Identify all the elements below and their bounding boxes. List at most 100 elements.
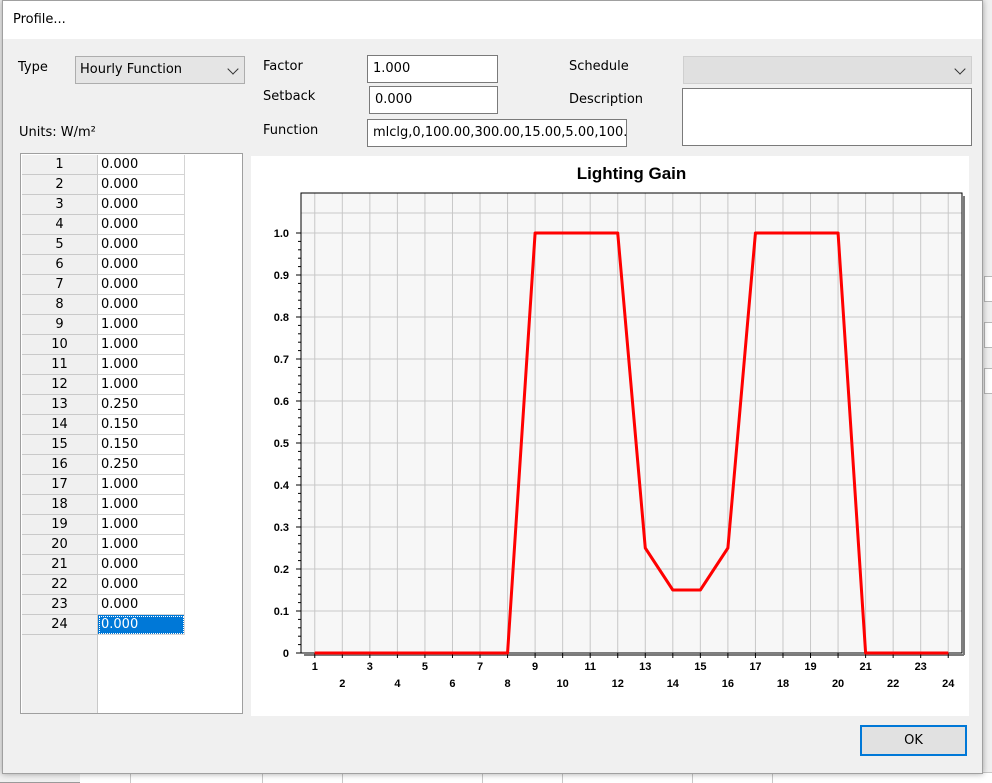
row-value-cell[interactable]: 1.000 xyxy=(98,495,185,515)
y-tick-label: 0.6 xyxy=(274,396,289,408)
x-tick-label: 19 xyxy=(804,661,816,673)
data-point xyxy=(369,652,371,654)
type-label: Type xyxy=(18,60,48,75)
row-value-cell[interactable]: 0.000 xyxy=(98,555,185,575)
data-point xyxy=(672,589,674,591)
row-value-cell[interactable]: 0.000 xyxy=(98,235,185,255)
row-hour-header[interactable]: 18 xyxy=(22,495,97,515)
ok-button[interactable]: OK xyxy=(860,725,967,756)
x-tick-label: 11 xyxy=(584,661,596,673)
row-value-cell[interactable]: 1.000 xyxy=(98,515,185,535)
row-hour-header[interactable]: 20 xyxy=(22,535,97,555)
schedule-dropdown[interactable] xyxy=(683,56,972,84)
row-hour-header[interactable]: 9 xyxy=(22,315,97,335)
data-point xyxy=(920,652,922,654)
x-tick-label: 4 xyxy=(394,678,401,690)
function-input[interactable]: mlclg,0,100.00,300.00,15.00,5.00,100.00 xyxy=(367,119,627,147)
row-hour-header[interactable]: 14 xyxy=(22,415,97,435)
row-hour-header[interactable]: 24 xyxy=(22,615,97,635)
row-value-cell[interactable]: 0.250 xyxy=(98,455,185,475)
row-hour-header[interactable]: 1 xyxy=(22,155,97,175)
x-tick-label: 24 xyxy=(942,678,955,690)
row-value-cell[interactable]: 1.000 xyxy=(98,475,185,495)
row-value-cell[interactable]: 0.000 xyxy=(98,255,185,275)
data-point xyxy=(947,652,949,654)
x-tick-label: 2 xyxy=(339,678,345,690)
row-hour-header[interactable]: 21 xyxy=(22,555,97,575)
row-value-cell[interactable]: 0.250 xyxy=(98,395,185,415)
row-value-cell[interactable]: 0.000 xyxy=(98,275,185,295)
dialog-title: Profile... xyxy=(13,12,66,27)
row-hour-header[interactable]: 7 xyxy=(22,275,97,295)
x-tick-label: 12 xyxy=(612,678,624,690)
row-hour-header[interactable]: 10 xyxy=(22,335,97,355)
row-value-cell[interactable]: 1.000 xyxy=(98,375,185,395)
setback-label: Setback xyxy=(263,89,316,104)
row-value-cell[interactable]: 0.150 xyxy=(98,415,185,435)
x-tick-label: 15 xyxy=(694,661,706,673)
y-tick-label: 0.1 xyxy=(274,606,289,618)
row-value-cell[interactable]: 0.000 xyxy=(98,615,185,635)
y-tick-label: 0 xyxy=(283,648,289,660)
x-tick-label: 10 xyxy=(557,678,569,690)
row-hour-header[interactable]: 23 xyxy=(22,595,97,615)
row-value-cell[interactable]: 1.000 xyxy=(98,315,185,335)
row-hour-header[interactable]: 22 xyxy=(22,575,97,595)
plot-area xyxy=(301,193,962,653)
chart-title: Lighting Gain xyxy=(577,164,687,183)
background-field-edge xyxy=(984,368,992,394)
row-value-cell[interactable]: 0.000 xyxy=(98,295,185,315)
x-tick-label: 17 xyxy=(749,661,761,673)
title-bar: Profile... xyxy=(3,1,982,39)
description-input[interactable] xyxy=(682,88,972,146)
row-value-cell[interactable]: 0.000 xyxy=(98,575,185,595)
row-value-cell[interactable]: 1.000 xyxy=(98,335,185,355)
x-tick-label: 23 xyxy=(915,661,927,673)
data-point xyxy=(837,232,839,234)
y-tick-label: 1.0 xyxy=(274,228,289,240)
row-hour-header[interactable]: 2 xyxy=(22,175,97,195)
y-tick-label: 0.8 xyxy=(274,312,289,324)
row-hour-header[interactable]: 17 xyxy=(22,475,97,495)
row-hour-header[interactable]: 5 xyxy=(22,235,97,255)
row-hour-header[interactable]: 4 xyxy=(22,215,97,235)
row-hour-header[interactable]: 12 xyxy=(22,375,97,395)
row-hour-header[interactable]: 15 xyxy=(22,435,97,455)
background-field-edge xyxy=(984,276,992,302)
x-tick-label: 20 xyxy=(832,678,844,690)
data-point xyxy=(782,232,784,234)
schedule-label: Schedule xyxy=(569,59,629,74)
row-value-cell[interactable]: 0.000 xyxy=(98,175,185,195)
row-value-cell[interactable]: 0.000 xyxy=(98,195,185,215)
x-tick-label: 14 xyxy=(667,678,680,690)
row-hour-header[interactable]: 13 xyxy=(22,395,97,415)
x-tick-label: 1 xyxy=(312,661,318,673)
row-value-cell[interactable]: 0.150 xyxy=(98,435,185,455)
row-value-cell[interactable]: 1.000 xyxy=(98,535,185,555)
data-point xyxy=(644,547,646,549)
row-value-cell[interactable]: 0.000 xyxy=(98,595,185,615)
data-point xyxy=(589,232,591,234)
data-point xyxy=(617,232,619,234)
hourly-values-table: 1 0.000 2 0.000 3 0.000 4 0.000 5 0.000 6 0.000 7 0.0… xyxy=(20,153,243,714)
row-value-cell[interactable]: 1.000 xyxy=(98,355,185,375)
row-value-cell[interactable]: 0.000 xyxy=(98,155,185,175)
row-hour-header[interactable]: 8 xyxy=(22,295,97,315)
row-value-cell[interactable]: 0.000 xyxy=(98,215,185,235)
setback-input[interactable]: 0.000 xyxy=(369,86,498,114)
row-hour-header[interactable]: 3 xyxy=(22,195,97,215)
row-hour-header[interactable]: 6 xyxy=(22,255,97,275)
lighting-gain-chart: 0 0.1 0.2 0.3 0.4 0.5 0.6 0.7 0.8 0.9 1.0 1 2 3 4 5 6 7 8 9… xyxy=(251,156,969,716)
x-tick-label: 9 xyxy=(532,661,538,673)
data-point xyxy=(727,547,729,549)
type-dropdown[interactable]: Hourly Function xyxy=(75,56,245,84)
factor-input[interactable]: 1.000 xyxy=(367,55,498,83)
x-tick-label: 6 xyxy=(449,678,455,690)
row-hour-header[interactable]: 19 xyxy=(22,515,97,535)
x-tick-label: 13 xyxy=(639,661,651,673)
row-hour-header[interactable]: 16 xyxy=(22,455,97,475)
y-tick-label: 0.3 xyxy=(274,522,289,534)
row-hour-header[interactable]: 11 xyxy=(22,355,97,375)
data-point xyxy=(479,652,481,654)
x-tick-label: 16 xyxy=(722,678,734,690)
